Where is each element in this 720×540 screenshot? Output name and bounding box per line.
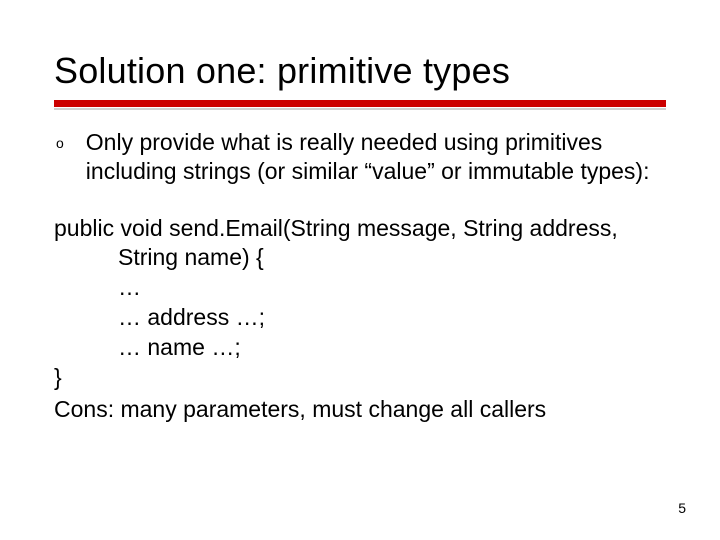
cons-line: Cons: many parameters, must change all c… <box>54 395 666 424</box>
bullet-text: Only provide what is really needed using… <box>86 128 666 186</box>
rule-shadow-bar <box>54 108 666 110</box>
title-rule <box>54 100 666 110</box>
code-signature: public void send.Email(String message, S… <box>54 214 666 274</box>
code-line-1: … <box>54 273 666 303</box>
code-line-3: … name …; <box>54 333 666 363</box>
body-area: o Only provide what is really needed usi… <box>54 128 666 424</box>
bullet-item: o Only provide what is really needed usi… <box>56 128 666 186</box>
page-number: 5 <box>678 500 686 516</box>
slide-title: Solution one: primitive types <box>54 50 666 92</box>
code-block: public void send.Email(String message, S… <box>54 214 666 393</box>
rule-red-bar <box>54 100 666 107</box>
square-bullet-icon: o <box>56 135 64 153</box>
slide: Solution one: primitive types o Only pro… <box>0 0 720 540</box>
code-close-brace: } <box>54 363 666 393</box>
code-line-2: … address …; <box>54 303 666 333</box>
